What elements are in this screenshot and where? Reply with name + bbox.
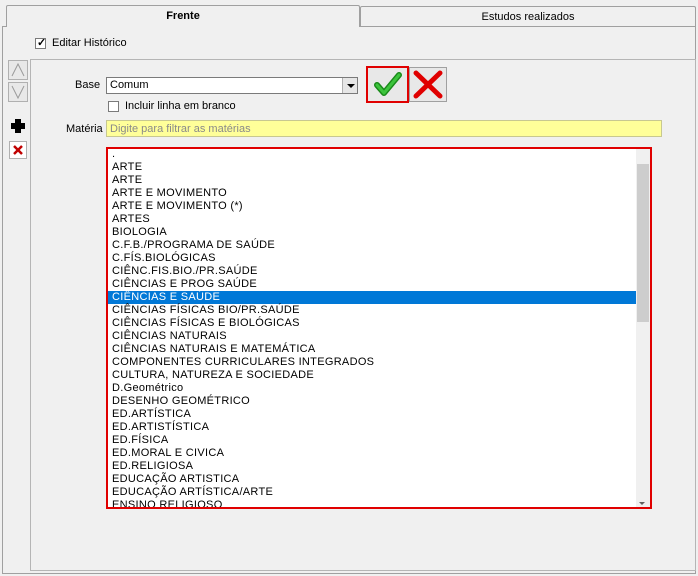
list-item[interactable]: BIOLOGIA	[108, 226, 646, 239]
list-item[interactable]: CIÊNCIAS E SAÚDE	[108, 291, 646, 304]
list-item[interactable]: ARTE E MOVIMENTO	[108, 187, 646, 200]
cancel-button[interactable]	[409, 67, 447, 102]
list-item[interactable]: ARTE	[108, 174, 646, 187]
list-item[interactable]: ED.FÍSICA	[108, 434, 646, 447]
list-item[interactable]: CIÊNCIAS NATURAIS	[108, 330, 646, 343]
list-item[interactable]: D.Geométrico	[108, 382, 646, 395]
list-item[interactable]: CIÊNCIAS FÍSICAS BIO/PR.SAÚDE	[108, 304, 646, 317]
list-item[interactable]: ENSINO RELIGIOSO	[108, 499, 646, 507]
chevron-down-icon	[347, 84, 355, 88]
scrollbar-thumb[interactable]	[637, 164, 649, 322]
checkmark-glyph-icon: ✓	[37, 37, 47, 49]
materias-list-items: . ARTE ARTE ARTE E MOVIMENTO ARTE E MOVIMENT…	[108, 149, 646, 507]
list-item[interactable]: ED.ARTISTÍSTICA	[108, 421, 646, 434]
arrow-up-icon	[11, 62, 25, 77]
editar-historico-checkbox[interactable]: ✓	[35, 37, 47, 49]
list-item[interactable]: CIÊNCIAS FÍSICAS E BIOLÓGICAS	[108, 317, 646, 330]
materias-list[interactable]: . ARTE ARTE ARTE E MOVIMENTO ARTE E MOVIMENT…	[106, 147, 652, 509]
list-item[interactable]: C.FÍS.BIOLÓGICAS	[108, 252, 646, 265]
base-select-dropdown-button[interactable]	[342, 78, 357, 93]
list-item[interactable]: CIÊNCIAS NATURAIS E MATEMÁTICA	[108, 343, 646, 356]
move-down-button[interactable]	[8, 82, 28, 102]
editar-historico-label: Editar Histórico	[52, 37, 127, 49]
tab-frente[interactable]: Frente	[6, 5, 360, 27]
tab-estudos-realizados[interactable]: Estudos realizados	[360, 6, 696, 26]
list-item[interactable]: ARTE E MOVIMENTO (*)	[108, 200, 646, 213]
base-select-value: Comum	[110, 79, 149, 91]
list-item[interactable]: ED.RELIGIOSA	[108, 460, 646, 473]
list-item[interactable]: C.F.B./PROGRAMA DE SAÚDE	[108, 239, 646, 252]
list-item[interactable]: .	[108, 149, 646, 161]
move-up-button[interactable]	[8, 60, 28, 80]
materia-label: Matéria	[66, 123, 103, 135]
materia-filter-field[interactable]	[106, 120, 662, 137]
list-item[interactable]: EDUCAÇÃO ARTISTICA	[108, 473, 646, 486]
add-button[interactable]	[9, 117, 27, 135]
incluir-linha-checkbox[interactable]	[108, 101, 119, 112]
incluir-linha-label: Incluir linha em branco	[125, 100, 236, 112]
scroll-down-icon[interactable]	[639, 502, 645, 505]
arrow-down-icon	[11, 85, 25, 100]
list-item[interactable]: CIÊNC.FIS.BIO./PR.SAÚDE	[108, 265, 646, 278]
list-item[interactable]: DESENHO GEOMÉTRICO	[108, 395, 646, 408]
list-item[interactable]: ARTE	[108, 161, 646, 174]
base-select[interactable]: Comum	[106, 77, 358, 94]
x-icon	[413, 70, 443, 99]
vertical-scrollbar[interactable]	[636, 149, 650, 507]
plus-icon	[11, 119, 25, 133]
list-item[interactable]: ED.MORAL E CIVICA	[108, 447, 646, 460]
checkmark-icon	[374, 72, 402, 96]
list-item[interactable]: ARTES	[108, 213, 646, 226]
list-item[interactable]: CIÊNCIAS E PROG SAÚDE	[108, 278, 646, 291]
list-item[interactable]: ED.ARTÍSTICA	[108, 408, 646, 421]
base-label: Base	[75, 79, 101, 91]
remove-button[interactable]	[9, 141, 27, 159]
confirm-button[interactable]	[366, 66, 409, 103]
materia-filter-input[interactable]	[107, 121, 650, 136]
list-item[interactable]: COMPONENTES CURRICULARES INTEGRADOS	[108, 356, 646, 369]
delete-icon	[13, 145, 23, 155]
list-item[interactable]: CULTURA, NATUREZA E SOCIEDADE	[108, 369, 646, 382]
list-item[interactable]: EDUCAÇÃO ARTÍSTICA/ARTE	[108, 486, 646, 499]
